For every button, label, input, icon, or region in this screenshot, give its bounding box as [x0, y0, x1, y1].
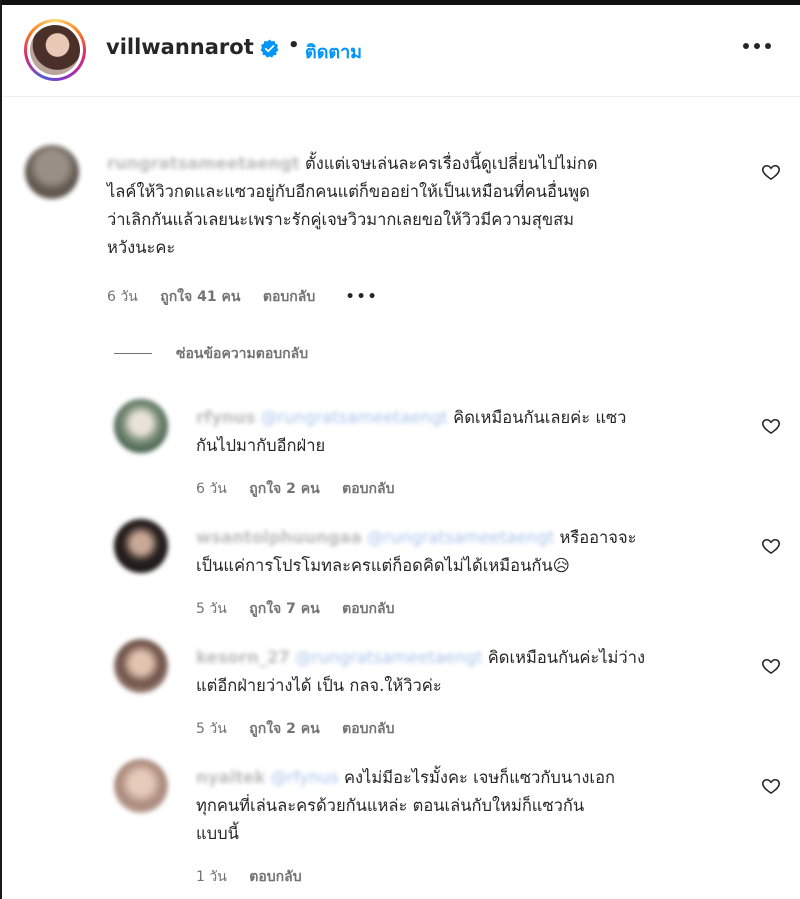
reply-mention[interactable]: @rungratsameetaengt: [295, 648, 482, 667]
reply-mention[interactable]: @rfynus: [271, 768, 339, 787]
comment-meta: 6 วัน ถูกใจ 41 คน ตอบกลับ •••: [107, 286, 397, 308]
reply-meta: 1 วัน ตอบกลับ: [196, 866, 320, 888]
post-header: villwannarot • ติดตาม: [2, 5, 800, 97]
reply-mention[interactable]: @rungratsameetaengt: [261, 408, 448, 427]
reply-text-line: เป็นแค่การโปรโมทละครแต่ก็อดคิดไม่ได้เหมื…: [196, 556, 570, 575]
commenter-avatar[interactable]: [114, 639, 168, 693]
reply-text-line: แต่อีกฝ่ายว่างได้ เป็น กลจ.ให้วิวค่ะ: [196, 676, 442, 695]
reply-time: 1 วัน: [196, 869, 227, 885]
likes-count[interactable]: ถูกใจ 2 คน: [249, 721, 319, 737]
reply-time: 5 วัน: [196, 601, 227, 617]
comment-more-icon[interactable]: •••: [346, 289, 379, 305]
reply-button[interactable]: ตอบกลับ: [342, 481, 394, 497]
reply-body: nyaitek @rfynus คงไม่มีอะไรมั้งคะ เจษก็แ…: [196, 764, 741, 848]
reply-mention[interactable]: @rungratsameetaengt: [367, 528, 554, 547]
commenter-avatar[interactable]: [25, 145, 79, 199]
reply-username[interactable]: nyaitek: [196, 768, 265, 787]
reply-meta: 6 วัน ถูกใจ 2 คน ตอบกลับ: [196, 478, 412, 500]
profile-avatar[interactable]: [24, 19, 86, 81]
reply-button[interactable]: ตอบกลับ: [342, 721, 394, 737]
likes-count[interactable]: ถูกใจ 41 คน: [160, 289, 240, 305]
reply-text-line: กันไปมากับอีกฝ่าย: [196, 436, 326, 455]
reply-time: 5 วัน: [196, 721, 227, 737]
heart-icon[interactable]: [761, 656, 781, 676]
verified-badge-icon: [260, 39, 279, 58]
commenter-avatar[interactable]: [114, 759, 168, 813]
reply-meta: 5 วัน ถูกใจ 2 คน ตอบกลับ: [196, 718, 412, 740]
likes-count[interactable]: ถูกใจ 2 คน: [249, 481, 319, 497]
follow-button[interactable]: ติดตาม: [305, 37, 362, 66]
reply-body: rfynus @rungratsameetaengt คิดเหมือนกันเ…: [196, 404, 736, 460]
reply-time: 6 วัน: [196, 481, 227, 497]
comment-text-line: หวังนะคะ: [107, 238, 176, 257]
divider-line: [114, 353, 152, 354]
hide-replies-button[interactable]: ซ่อนข้อความตอบกลับ: [176, 343, 308, 365]
reply-body: kesorn_27 @rungratsameetaengt คิดเหมือนก…: [196, 644, 736, 700]
comment-time: 6 วัน: [107, 289, 138, 305]
avatar-image: [30, 25, 80, 75]
reply-text-line: คงไม่มีอะไรมั้งคะ เจษก็แซวกับนางเอก: [343, 768, 615, 787]
reply-username[interactable]: kesorn_27: [196, 648, 290, 667]
reply-text-line: หรืออาจจะ: [559, 528, 637, 547]
comment-text-line: ว่าเลิกกันแล้วเลยนะเพราะรักคู่เจษวิวมากเ…: [107, 210, 575, 229]
heart-icon[interactable]: [761, 416, 781, 436]
header-separator: •: [288, 35, 300, 56]
reply-text-line: แบบนี้: [196, 824, 239, 843]
reply-text-line: ทุกคนที่เล่นละครด้วยกันแหล่ะ ตอนเล่นกับใ…: [196, 796, 585, 815]
heart-icon[interactable]: [761, 162, 781, 182]
heart-icon[interactable]: [761, 536, 781, 556]
commenter-avatar[interactable]: [114, 399, 168, 453]
reply-button[interactable]: ตอบกลับ: [263, 289, 315, 305]
likes-count[interactable]: ถูกใจ 7 คน: [249, 601, 319, 617]
commenter-avatar[interactable]: [114, 519, 168, 573]
comment-text-line: ตั้งแต่เจษเล่นละครเรื่องนี้ดูเปลี่ยนไปไม…: [305, 154, 598, 173]
heart-icon[interactable]: [761, 776, 781, 796]
reply-username[interactable]: rfynus: [196, 408, 255, 427]
reply-text-line: คิดเหมือนกันเลยค่ะ แซว: [453, 408, 627, 427]
window-left-border: [0, 0, 2, 899]
reply-body: wsantolphuungaa @rungratsameetaengt หรือ…: [196, 524, 736, 580]
reply-text-line: คิดเหมือนกันค่ะไม่ว่าง: [487, 648, 646, 667]
reply-button[interactable]: ตอบกลับ: [249, 869, 301, 885]
comment-username[interactable]: rungratsameetaengt: [107, 154, 300, 173]
more-options-icon[interactable]: [743, 43, 773, 51]
comment-body: rungratsameetaengt ตั้งแต่เจษเล่นละครเรื…: [107, 150, 747, 262]
comment-text-line: ไลค์ให้วิวกดและแซวอยู่กับอีกคนแต่ก็ขออย่…: [107, 182, 590, 201]
reply-meta: 5 วัน ถูกใจ 7 คน ตอบกลับ: [196, 598, 412, 620]
reply-username[interactable]: wsantolphuungaa: [196, 528, 362, 547]
reply-button[interactable]: ตอบกลับ: [342, 601, 394, 617]
header-username[interactable]: villwannarot: [106, 35, 254, 59]
